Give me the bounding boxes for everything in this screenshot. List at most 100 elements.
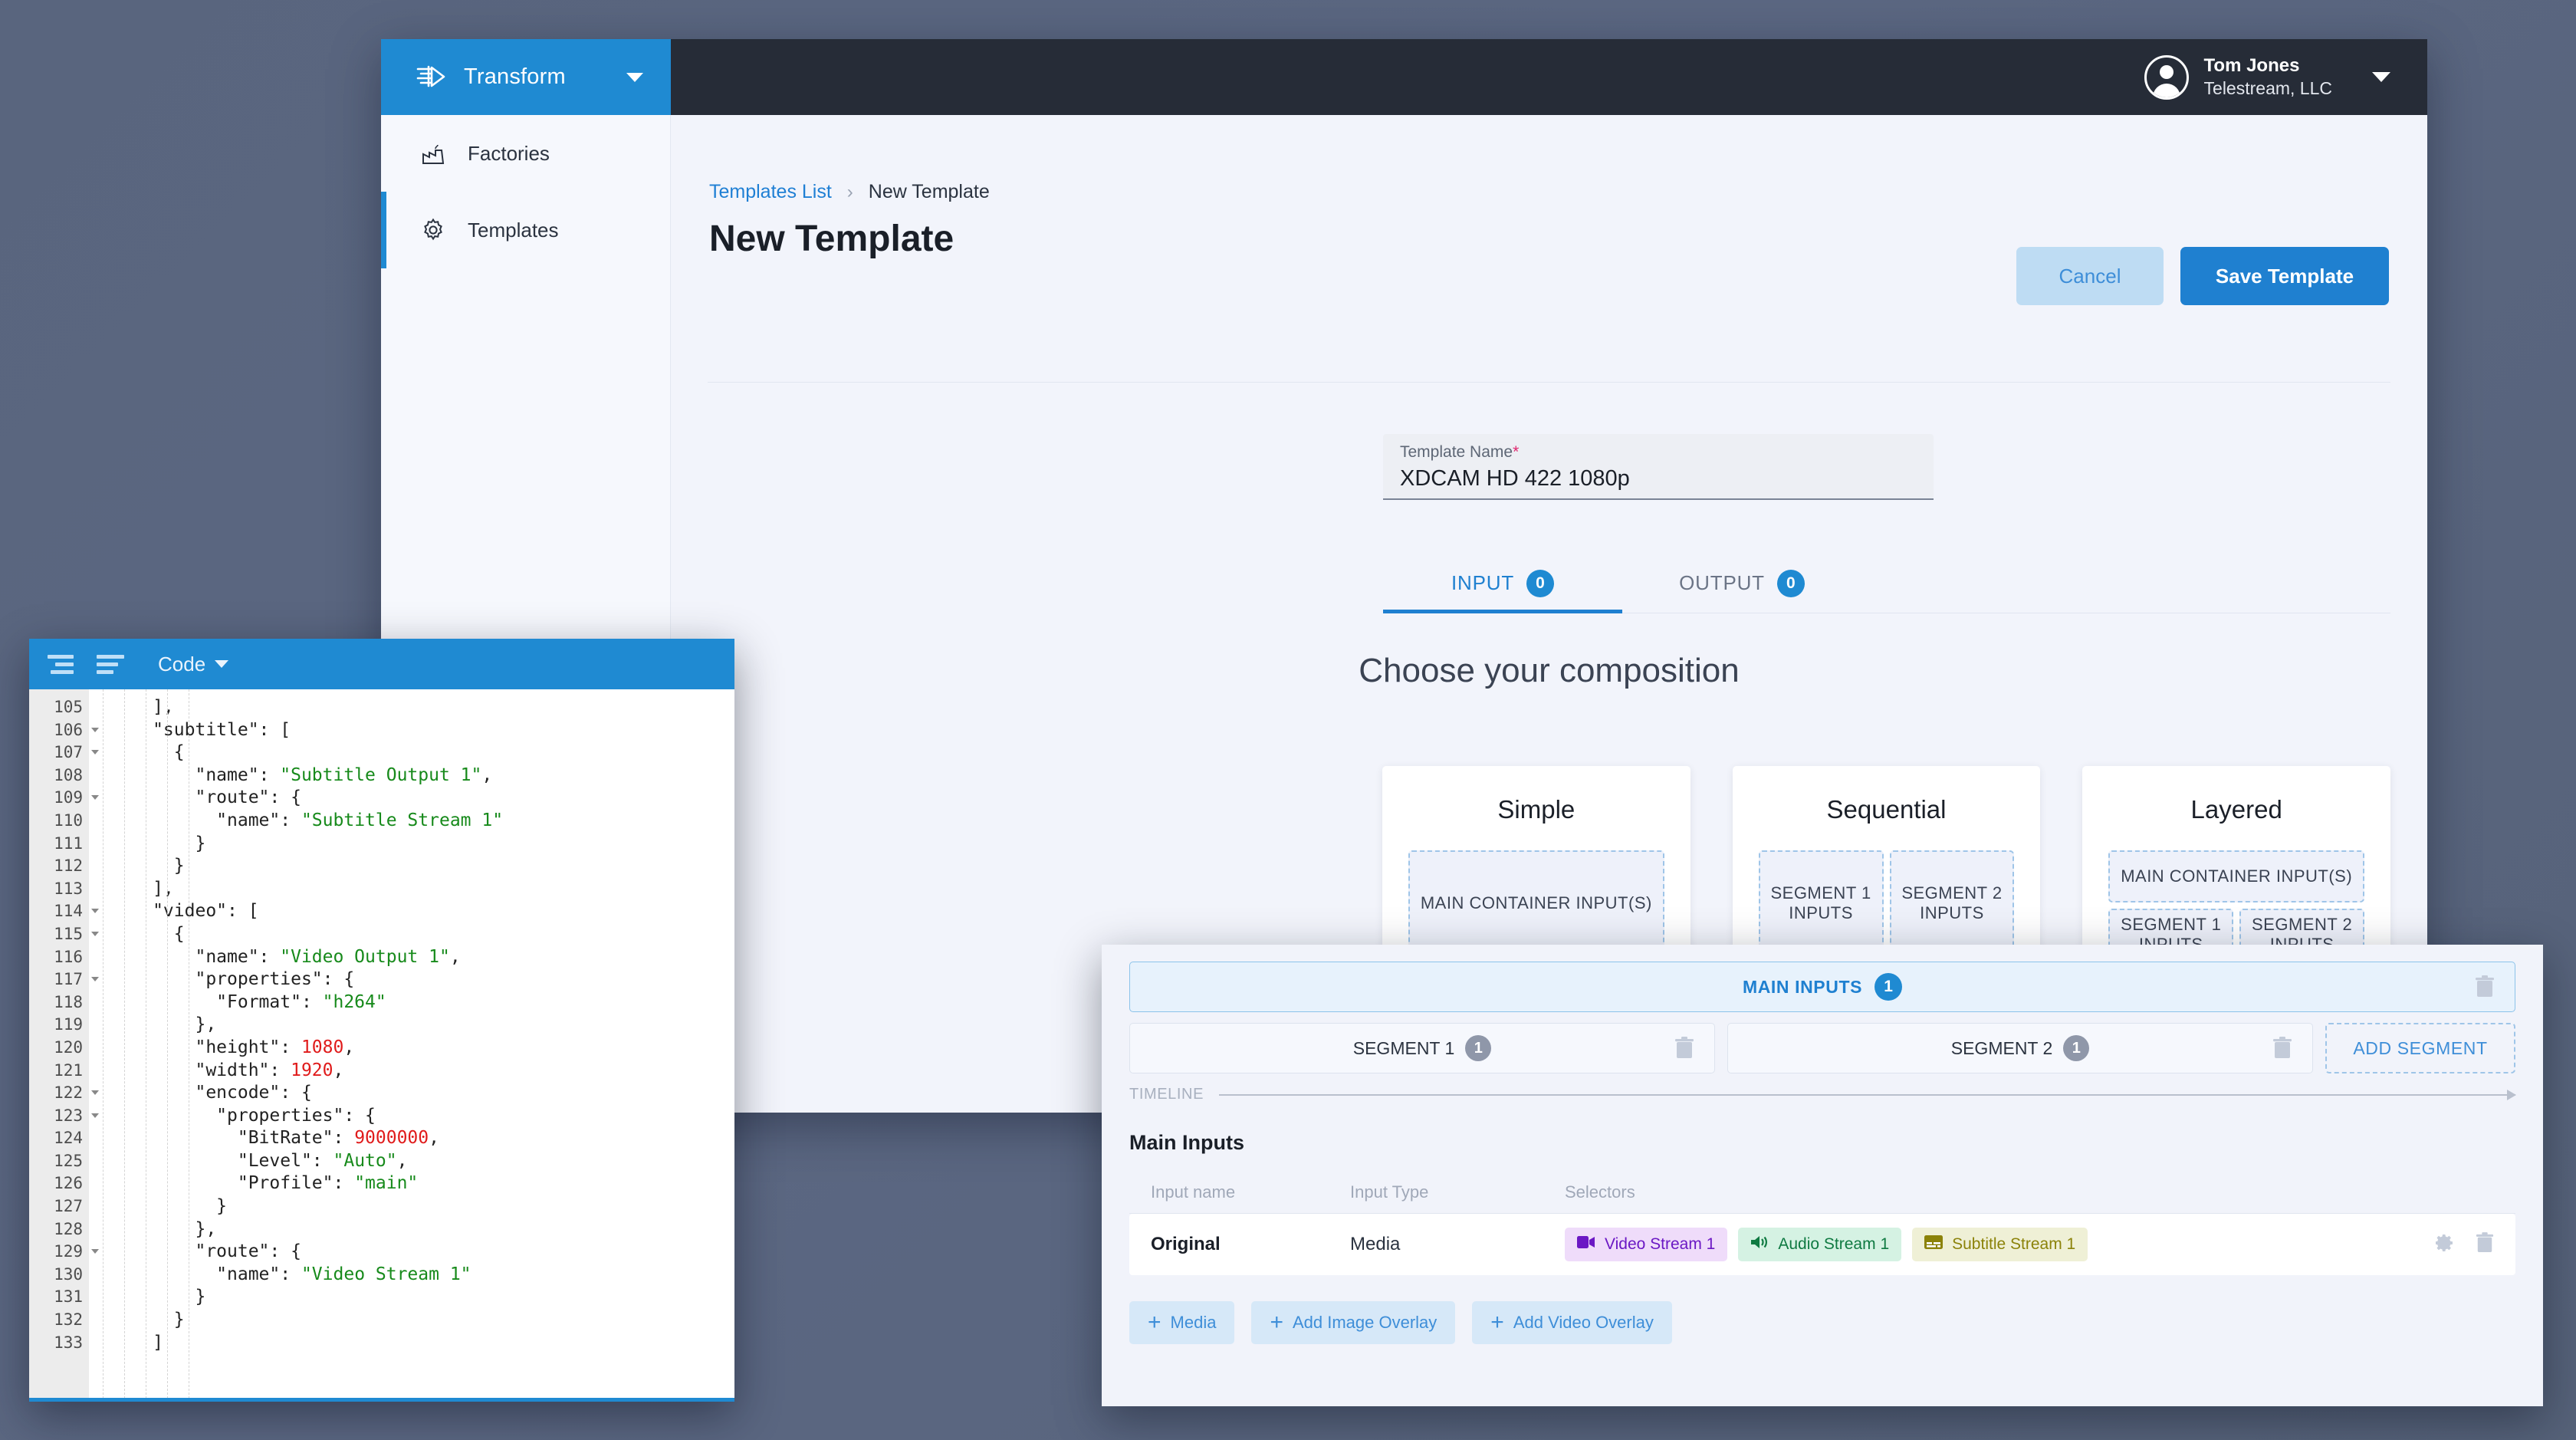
segment-2-block[interactable]: SEGMENT 2 1 [1727, 1023, 2313, 1073]
gear-icon[interactable] [2434, 1233, 2454, 1257]
code-line-number: 133 [54, 1333, 83, 1352]
sidebar-item-label: Factories [468, 141, 550, 165]
code-line: "width": 1920, [89, 1060, 344, 1080]
user-menu[interactable]: Tom Jones Telestream, LLC [2144, 39, 2390, 115]
tab-output[interactable]: OUTPUT 0 [1622, 554, 1861, 613]
code-line: "height": 1080, [89, 1037, 355, 1057]
brand-menu[interactable]: Transform [381, 39, 671, 115]
code-line-number: 119 [54, 1015, 83, 1034]
add-media-label: Media [1170, 1313, 1217, 1332]
code-line: "Profile": "main" [89, 1173, 419, 1194]
code-line-number: 109 [29, 787, 99, 810]
sidebar-item-label: Templates [468, 218, 559, 242]
code-line: ], [89, 697, 174, 717]
code-line-number: 110 [54, 810, 83, 830]
chip-audio-stream-1[interactable]: Audio Stream 1 [1738, 1228, 1902, 1261]
user-org: Telestream, LLC [2203, 78, 2332, 99]
tab-input-label: INPUT [1451, 571, 1514, 594]
main-inputs-bar[interactable]: MAIN INPUTS 1 [1129, 962, 2515, 1012]
header-divider [708, 382, 2390, 383]
chevron-down-icon[interactable] [2372, 72, 2390, 82]
code-mode-dropdown[interactable]: Code [158, 652, 229, 676]
code-line-number: 124 [54, 1129, 83, 1148]
column-header-input-name: Input name [1151, 1182, 1236, 1202]
code-line: } [89, 856, 185, 876]
row-actions [2434, 1231, 2494, 1258]
code-line-number: 120 [54, 1037, 83, 1057]
format-align-icon[interactable] [97, 653, 127, 675]
add-segment-button[interactable]: ADD SEGMENT [2325, 1023, 2515, 1073]
user-name: Tom Jones [2203, 55, 2300, 77]
chip-video-stream-1[interactable]: Video Stream 1 [1565, 1228, 1728, 1261]
gear-icon [419, 216, 447, 244]
code-line: "video": [ [89, 901, 259, 922]
transform-logo-icon [416, 64, 447, 90]
trash-icon[interactable] [2475, 975, 2495, 998]
code-line: "Level": "Auto", [89, 1150, 408, 1171]
code-line-number: 115 [29, 923, 99, 946]
cell-selectors: Video Stream 1 Audio Stream 1 Subtitle S… [1565, 1228, 2494, 1261]
code-line-number: 132 [54, 1310, 83, 1330]
slot-segment-1-inputs: SEGMENT 1 INPUTS [1758, 850, 1884, 956]
screen: Transform Tom Jones Telestream, LLC Fact… [0, 0, 2576, 1440]
add-video-overlay-button[interactable]: + Add Video Overlay [1472, 1301, 1672, 1344]
breadcrumb: Templates List › New Template [709, 181, 990, 203]
segment-1-block[interactable]: SEGMENT 1 1 [1129, 1023, 1715, 1073]
timeline-label: TIMELINE [1129, 1086, 1204, 1103]
code-editor-status-bar [29, 1398, 734, 1402]
trash-icon[interactable] [2476, 1231, 2494, 1258]
chip-subtitle-stream-1[interactable]: Subtitle Stream 1 [1912, 1228, 2088, 1261]
slot-segment-2-inputs: SEGMENT 2 INPUTS [1889, 850, 2015, 956]
code-line: }, [89, 1014, 217, 1035]
plus-icon: + [1490, 1310, 1504, 1335]
slot-main-container-inputs: MAIN CONTAINER INPUT(S) [1408, 850, 1664, 956]
template-name-field[interactable]: Template Name* XDCAM HD 422 1080p [1383, 434, 1934, 500]
template-name-label: Template Name* [1400, 443, 1520, 461]
code-line: "encode": { [89, 1083, 312, 1103]
code-line: "BitRate": 9000000, [89, 1128, 439, 1149]
breadcrumb-link-templates-list[interactable]: Templates List [709, 181, 832, 203]
main-inputs-label: MAIN INPUTS [1742, 976, 1863, 997]
code-line-number: 108 [54, 765, 83, 784]
code-line: }, [89, 1218, 217, 1239]
code-gutter: 105 106 107 108 109 110 111 112 113 114 115 116 117 1… [29, 689, 99, 1399]
code-line-number: 121 [54, 1060, 83, 1080]
segment-row: SEGMENT 1 1 SEGMENT 2 1 ADD SEGMENT [1129, 1023, 2515, 1073]
speaker-icon [1750, 1235, 1769, 1254]
user-identity: Tom Jones Telestream, LLC [2204, 54, 2332, 100]
add-image-overlay-button[interactable]: + Add Image Overlay [1251, 1301, 1456, 1344]
cancel-button[interactable]: Cancel [2016, 247, 2164, 305]
code-line: "Format": "h264" [89, 991, 386, 1012]
required-asterisk: * [1513, 443, 1520, 461]
chevron-down-icon [215, 660, 229, 668]
code-line: "properties": { [89, 1105, 376, 1126]
code-line: } [89, 1287, 206, 1307]
card-title: Layered [2190, 795, 2282, 824]
chip-label: Audio Stream 1 [1778, 1235, 1890, 1253]
code-line-number: 131 [54, 1287, 83, 1307]
template-name-input[interactable]: XDCAM HD 422 1080p [1400, 466, 1917, 492]
code-line: "route": { [89, 1241, 301, 1262]
page-title: New Template [709, 219, 955, 259]
sidebar-item-factories[interactable]: Factories [381, 115, 670, 192]
code-editor-body[interactable]: 105 106 107 108 109 110 111 112 113 114 115 116 117 1… [29, 689, 734, 1399]
sidebar-item-templates[interactable]: Templates [381, 192, 670, 268]
save-template-button[interactable]: Save Template [2180, 247, 2389, 305]
tab-input[interactable]: INPUT 0 [1383, 554, 1622, 613]
code-line-number: 129 [29, 1241, 99, 1264]
code-line: "route": { [89, 787, 301, 808]
table-row[interactable]: Original Media Video Stream 1 Audio Stre… [1129, 1214, 2515, 1275]
code-text-area[interactable]: ], "subtitle": [ { "name": "Subtitle Out… [89, 689, 734, 1399]
code-line: { [89, 923, 185, 944]
code-line: } [89, 1196, 228, 1217]
trash-icon[interactable] [2272, 1037, 2292, 1060]
trash-icon[interactable] [1674, 1037, 1694, 1060]
code-line: "name": "Subtitle Stream 1" [89, 810, 504, 830]
chevron-down-icon[interactable] [626, 72, 643, 82]
code-line-number: 130 [54, 1264, 83, 1284]
segment-1-label: SEGMENT 1 [1352, 1037, 1455, 1058]
format-indent-icon[interactable] [48, 653, 78, 675]
code-mode-label: Code [158, 652, 206, 676]
add-media-button[interactable]: + Media [1129, 1301, 1235, 1344]
chip-label: Subtitle Stream 1 [1952, 1235, 2076, 1253]
